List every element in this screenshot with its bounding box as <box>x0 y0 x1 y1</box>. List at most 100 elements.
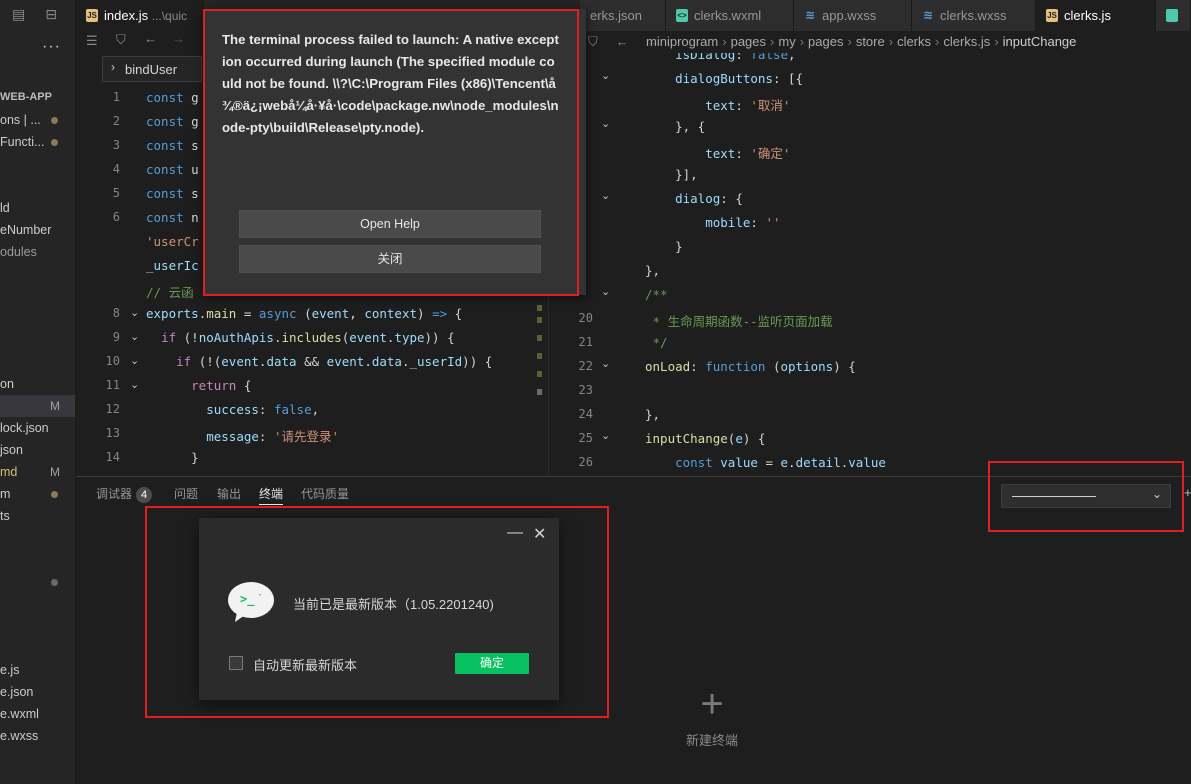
breadcrumb-item[interactable]: clerks.js <box>943 34 990 49</box>
code-line[interactable]: 'userCr <box>146 234 199 249</box>
code-line[interactable]: const u <box>146 162 199 177</box>
code-line[interactable]: }, { <box>645 119 705 134</box>
right-code-editor[interactable]: isDialog: false, dialogButtons: [{ text:… <box>548 53 1191 476</box>
tab-index-js[interactable]: JS index.js ...\quic <box>76 0 204 31</box>
code-line[interactable]: exports.main = async (event, context) =>… <box>146 306 462 321</box>
sticky-scroll-header[interactable]: › bindUser <box>102 56 202 82</box>
code-line[interactable]: }], <box>645 167 698 182</box>
tab-clerks-wxss[interactable]: ≋ clerks.wxss <box>912 0 1036 31</box>
fold-chevron-icon[interactable]: ⌄ <box>601 69 610 82</box>
close-button[interactable]: 关闭 <box>239 245 541 273</box>
fold-chevron-icon[interactable]: ⌄ <box>601 429 610 442</box>
confirm-button[interactable]: 确定 <box>455 653 529 674</box>
code-line[interactable]: dialog: { <box>645 191 743 206</box>
close-icon[interactable]: ✕ <box>533 524 546 544</box>
code-line[interactable]: * 生命周期函数--监听页面加载 <box>645 311 833 330</box>
explorer-item[interactable]: odules <box>0 241 75 263</box>
code-line[interactable]: const s <box>146 186 199 201</box>
explorer-item[interactable]: e.wxss <box>0 725 75 747</box>
code-line[interactable]: } <box>146 450 199 465</box>
code-line[interactable]: /** <box>645 287 668 302</box>
code-line[interactable]: success: false, <box>146 402 319 417</box>
add-terminal-icon[interactable]: + <box>1184 485 1191 500</box>
code-line[interactable]: const n <box>146 210 199 225</box>
code-line[interactable]: onLoad: function (options) { <box>645 359 856 374</box>
tab-overflow[interactable] <box>1156 0 1191 31</box>
explorer-item[interactable]: e.wxml <box>0 703 75 725</box>
code-line[interactable]: text: '确定' <box>645 143 790 162</box>
tab-clerks-json[interactable]: erks.json <box>580 0 666 31</box>
open-help-button[interactable]: Open Help <box>239 210 541 238</box>
forward-icon[interactable]: → <box>172 31 185 46</box>
code-line[interactable]: _userIc <box>146 258 199 273</box>
tab-clerks-js[interactable]: JS clerks.js <box>1036 0 1156 31</box>
collapse-icon[interactable]: ⊟ <box>45 6 57 23</box>
bookmark-icon[interactable]: ⛉ <box>588 31 598 53</box>
explorer-section-title[interactable]: WEB-APP <box>0 86 75 108</box>
code-line[interactable]: return { <box>146 378 251 393</box>
minimap[interactable] <box>533 305 545 405</box>
code-line[interactable]: inputChange(e) { <box>645 431 765 446</box>
code-line[interactable]: } <box>645 239 683 254</box>
code-line[interactable]: */ <box>645 335 668 350</box>
auto-update-checkbox[interactable] <box>229 656 243 670</box>
explorer-item[interactable]: ld <box>0 197 75 219</box>
list-icon[interactable]: ☰ <box>86 33 98 49</box>
breadcrumb-item[interactable]: miniprogram <box>646 34 718 49</box>
explorer-item[interactable]: Functi... <box>0 131 75 153</box>
code-line[interactable]: message: '请先登录' <box>146 426 339 445</box>
terminal-select[interactable]: ⌄ <box>1001 484 1171 508</box>
tab-debugger[interactable]: 调试器 4 <box>96 485 153 503</box>
back-icon[interactable]: ← <box>144 31 157 46</box>
code-line[interactable]: const value = e.detail.value <box>645 455 886 470</box>
explorer-item[interactable]: e.js <box>0 659 75 681</box>
tab-code-quality[interactable]: 代码质量 <box>301 485 349 502</box>
breadcrumb-item[interactable]: my <box>778 34 795 49</box>
new-terminal-button[interactable]: + 新建终端 <box>676 684 748 749</box>
explorer-item[interactable] <box>0 571 75 593</box>
more-actions-icon[interactable]: ··· <box>42 38 61 56</box>
breadcrumb-item[interactable]: pages <box>731 34 766 49</box>
tab-clerks-wxml[interactable]: <> clerks.wxml <box>666 0 794 31</box>
bookmark-icon[interactable]: ⛉ <box>116 32 126 48</box>
code-line[interactable]: if (!noAuthApis.includes(event.type)) { <box>146 330 455 345</box>
back-icon[interactable]: ← <box>616 31 629 53</box>
fold-chevron-icon[interactable]: ⌄ <box>601 285 610 298</box>
code-line[interactable]: const g <box>146 90 199 105</box>
tab-app-wxss[interactable]: ≋ app.wxss <box>794 0 912 31</box>
breadcrumb-item[interactable]: clerks <box>897 34 931 49</box>
breadcrumb-item[interactable]: pages <box>808 34 843 49</box>
breadcrumb-item[interactable]: inputChange <box>1003 34 1077 49</box>
code-line[interactable]: mobile: '' <box>645 215 780 230</box>
fold-chevron-icon[interactable]: ⌄ <box>130 330 139 343</box>
code-line[interactable]: const s <box>146 138 199 153</box>
tab-terminal[interactable]: 终端 <box>259 485 284 505</box>
explorer-item[interactable]: on <box>0 373 75 395</box>
explorer-item[interactable]: M <box>0 395 75 417</box>
code-line[interactable]: isDialog: false, <box>645 53 795 62</box>
explorer-item[interactable]: ts <box>0 505 75 527</box>
explorer-item[interactable]: md M <box>0 461 75 483</box>
minimize-icon[interactable]: — <box>507 524 523 542</box>
code-line[interactable]: }, <box>645 407 660 422</box>
code-line[interactable]: // 云函 <box>146 282 194 301</box>
explorer-item[interactable]: e.json <box>0 681 75 703</box>
code-line[interactable]: if (!(event.data && event.data._userId))… <box>146 354 492 369</box>
code-line[interactable]: }, <box>645 263 660 278</box>
fold-chevron-icon[interactable]: ⌄ <box>130 306 139 319</box>
code-line[interactable]: text: '取消' <box>645 95 790 114</box>
tab-problems[interactable]: 问题 <box>174 485 198 502</box>
explorer-item[interactable]: eNumber <box>0 219 75 241</box>
code-line[interactable]: const g <box>146 114 199 129</box>
fold-chevron-icon[interactable]: ⌄ <box>601 189 610 202</box>
code-line[interactable]: dialogButtons: [{ <box>645 71 803 86</box>
fold-chevron-icon[interactable]: ⌄ <box>601 357 610 370</box>
save-all-icon[interactable]: ▤ <box>12 6 25 23</box>
fold-chevron-icon[interactable]: ⌄ <box>130 354 139 367</box>
explorer-item[interactable]: ons | ... <box>0 109 75 131</box>
tab-output[interactable]: 输出 <box>217 485 241 502</box>
explorer-item[interactable]: m <box>0 483 75 505</box>
fold-chevron-icon[interactable]: ⌄ <box>130 378 139 391</box>
breadcrumb-item[interactable]: store <box>856 34 885 49</box>
explorer-item[interactable]: lock.json <box>0 417 75 439</box>
